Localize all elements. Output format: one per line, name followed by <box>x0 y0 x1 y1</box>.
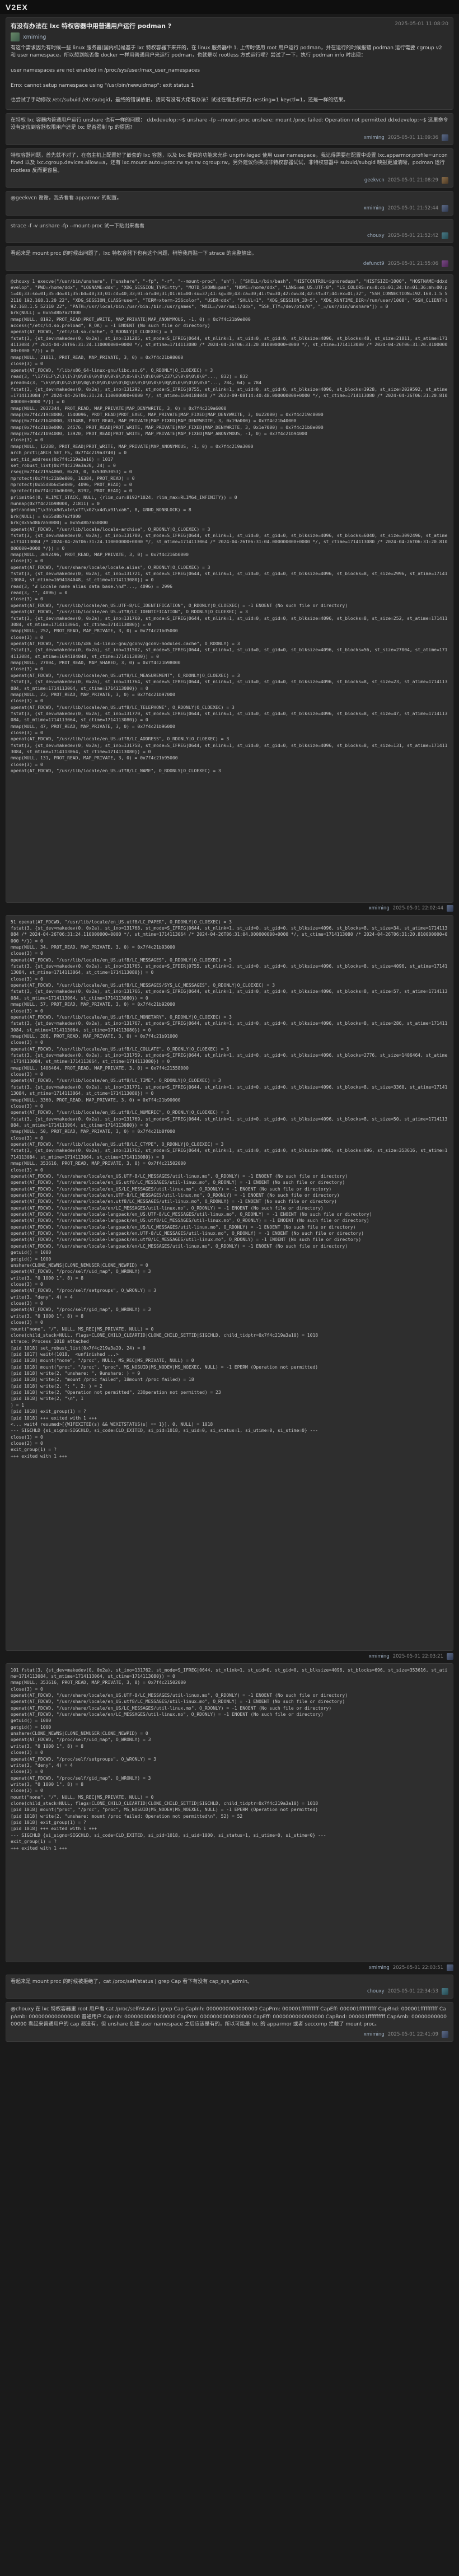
reply-author[interactable]: xmiming <box>369 1965 390 1971</box>
reply-item: 101 fstat(3, {st_dev=makedev(0, 0x2a), s… <box>6 1663 453 1962</box>
reply-item: strace -f -v unshare -fp --mount-proc 试一… <box>6 218 453 243</box>
avatar[interactable] <box>447 1653 453 1660</box>
site-logo[interactable]: V2EX <box>6 3 28 12</box>
reply-time: 2025-05-01 22:34:53 <box>387 1989 438 1994</box>
reply-time: 2025-05-01 21:08:29 <box>387 178 438 183</box>
reply-author[interactable]: xmiming <box>364 2032 385 2037</box>
reply-meta: xmiming 2025-05-01 21:52:44 <box>11 204 448 212</box>
avatar[interactable] <box>442 232 448 239</box>
reply-content: strace -f -v unshare -fp --mount-proc 试一… <box>11 223 144 229</box>
reply-meta: xmiming 2025-05-01 22:02:44 <box>6 904 453 912</box>
reply-meta: defunct9 2025-05-01 21:55:06 <box>11 260 448 267</box>
top-bar: V2EX <box>0 0 459 15</box>
avatar[interactable] <box>442 134 448 141</box>
reply-author[interactable]: xmiming <box>369 1654 390 1659</box>
reply-item: @chouxy 在 lxc 特权容器里 root 用户看 cat /proc/s… <box>6 2002 453 2042</box>
reply-content: 101 fstat(3, {st_dev=makedev(0, 0x2a), s… <box>11 1667 448 1851</box>
reply-time: 2025-05-01 22:02:44 <box>392 905 443 911</box>
reply-item: 在特权 lxc 容器内普通用户运行 unshare 也有一样的问题： ddxde… <box>6 113 453 145</box>
reply-content: 特权容器问题，首先就不对了，在宿主机上配置好了嵌套的 lxc 容器，以及 lxc… <box>11 152 448 174</box>
reply-time: 2025-05-01 22:03:51 <box>392 1964 443 1971</box>
reply-content: @chouxy 在 lxc 特权容器里 root 用户看 cat /proc/s… <box>11 2006 447 2027</box>
reply-author[interactable]: xmiming <box>369 906 390 911</box>
avatar[interactable] <box>442 177 448 184</box>
reply-time: 2025-05-01 21:52:44 <box>387 205 438 211</box>
avatar[interactable] <box>447 904 453 912</box>
reply-item: 51 openat(AT_FDCWD, "/usr/lib/locale/en_… <box>6 914 453 1651</box>
reply-item: 看起来是 mount proc 的时候被拒绝了，cat /proc/self/s… <box>6 1974 453 1999</box>
topic-header: 有没有办法在 lxc 特权容器中用普通用户运行 podman ? 2025-05… <box>11 21 448 30</box>
topic-body: 有这个需求因为有时候一些 linux 服务器(国内机)是基于 lxc 特权容器下… <box>11 45 442 104</box>
reply-content: 在特权 lxc 容器内普通用户运行 unshare 也有一样的问题： ddxde… <box>11 117 448 131</box>
reply-item: 看起来是 mount proc 的时候出问题了，lxc 特权容器下也有这个问题，… <box>6 246 453 271</box>
reply-author[interactable]: defunct9 <box>363 261 385 267</box>
reply-meta: chouxy 2025-05-01 22:34:53 <box>11 1988 448 1995</box>
avatar[interactable] <box>442 1988 448 1995</box>
topic-time: 2025-05-01 11:08:20 <box>395 21 448 27</box>
avatar[interactable] <box>11 32 20 41</box>
reply-item: @geekvcn 谢谢，我去看看 apparmor 的配置。 xmiming 2… <box>6 191 453 216</box>
avatar[interactable] <box>447 1964 453 1971</box>
reply-content: 看起来是 mount proc 的时候被拒绝了，cat /proc/self/s… <box>11 1978 253 1985</box>
topic-title: 有没有办法在 lxc 特权容器中用普通用户运行 podman ? <box>11 22 172 30</box>
topic-card: 有没有办法在 lxc 特权容器中用普通用户运行 podman ? 2025-05… <box>6 17 453 110</box>
reply-meta: xmiming 2025-05-01 22:41:09 <box>11 2031 448 2038</box>
reply-item: @chouxy 1 execve("/usr/bin/unshare", ["u… <box>6 274 453 903</box>
reply-time: 2025-05-01 21:52:42 <box>387 233 438 239</box>
reply-meta: xmiming 2025-05-01 11:09:36 <box>11 134 448 141</box>
reply-time: 2025-05-01 11:09:36 <box>387 134 438 141</box>
topic-author-row: xmiming <box>11 32 448 41</box>
avatar[interactable] <box>442 260 448 267</box>
reply-meta: xmiming 2025-05-01 22:03:51 <box>6 1964 453 1971</box>
topic-author[interactable]: xmiming <box>23 34 46 40</box>
reply-time: 2025-05-01 21:55:06 <box>387 260 438 267</box>
reply-meta: geekvcn 2025-05-01 21:08:29 <box>11 177 448 184</box>
avatar[interactable] <box>442 2031 448 2038</box>
reply-author[interactable]: chouxy <box>367 233 385 239</box>
reply-author[interactable]: xmiming <box>364 206 385 211</box>
reply-meta: xmiming 2025-05-01 22:03:21 <box>6 1653 453 1660</box>
main-content: 有没有办法在 lxc 特权容器中用普通用户运行 podman ? 2025-05… <box>6 17 453 2042</box>
reply-author[interactable]: chouxy <box>367 1989 385 1994</box>
reply-time: 2025-05-01 22:03:21 <box>392 1653 443 1659</box>
reply-author[interactable]: xmiming <box>364 135 385 141</box>
reply-item: 特权容器问题，首先就不对了，在宿主机上配置好了嵌套的 lxc 容器，以及 lxc… <box>6 148 453 188</box>
avatar[interactable] <box>442 204 448 212</box>
reply-content: 51 openat(AT_FDCWD, "/usr/lib/locale/en_… <box>11 919 448 1459</box>
reply-content: @geekvcn 谢谢，我去看看 apparmor 的配置。 <box>11 195 122 201</box>
reply-author[interactable]: geekvcn <box>364 178 385 183</box>
reply-content: @chouxy 1 execve("/usr/bin/unshare", ["u… <box>11 278 448 774</box>
reply-meta: chouxy 2025-05-01 21:52:42 <box>11 232 448 239</box>
reply-time: 2025-05-01 22:41:09 <box>387 2031 438 2037</box>
reply-content: 看起来是 mount proc 的时候出问题了，lxc 特权容器下也有这个问题，… <box>11 251 257 256</box>
